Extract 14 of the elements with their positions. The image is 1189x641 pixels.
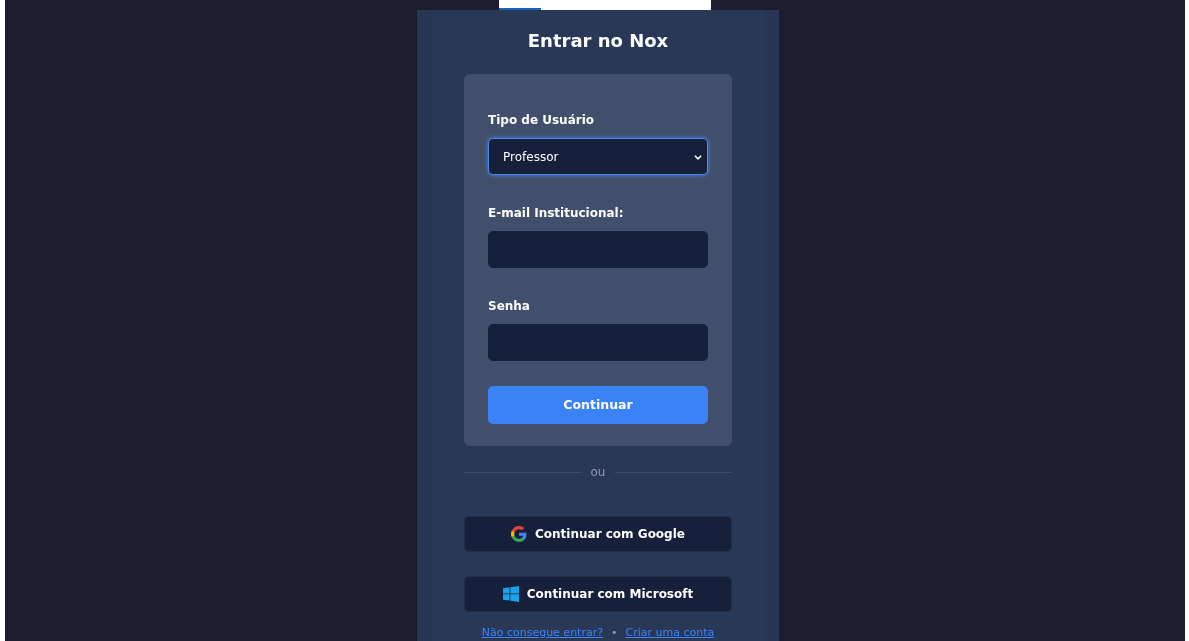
password-field[interactable] [488, 324, 708, 361]
page-title: Entrar no Nox [526, 29, 670, 53]
field-label: E-mail Institucional: [488, 207, 624, 219]
divider-text: ou [590, 466, 606, 478]
field-label: Senha [488, 300, 530, 312]
social-login-button[interactable]: Continuar com Google [464, 516, 732, 552]
social-login-button[interactable]: Continuar com Microsoft [464, 576, 732, 612]
windows-icon [502, 586, 519, 602]
user-type-select[interactable]: Professor [488, 138, 708, 175]
continue-button[interactable]: Continuar [488, 386, 708, 424]
google-icon [511, 526, 527, 542]
email-field[interactable] [488, 231, 708, 268]
field-label: Tipo de Usuário [488, 114, 595, 126]
link-separator: • [611, 626, 618, 640]
